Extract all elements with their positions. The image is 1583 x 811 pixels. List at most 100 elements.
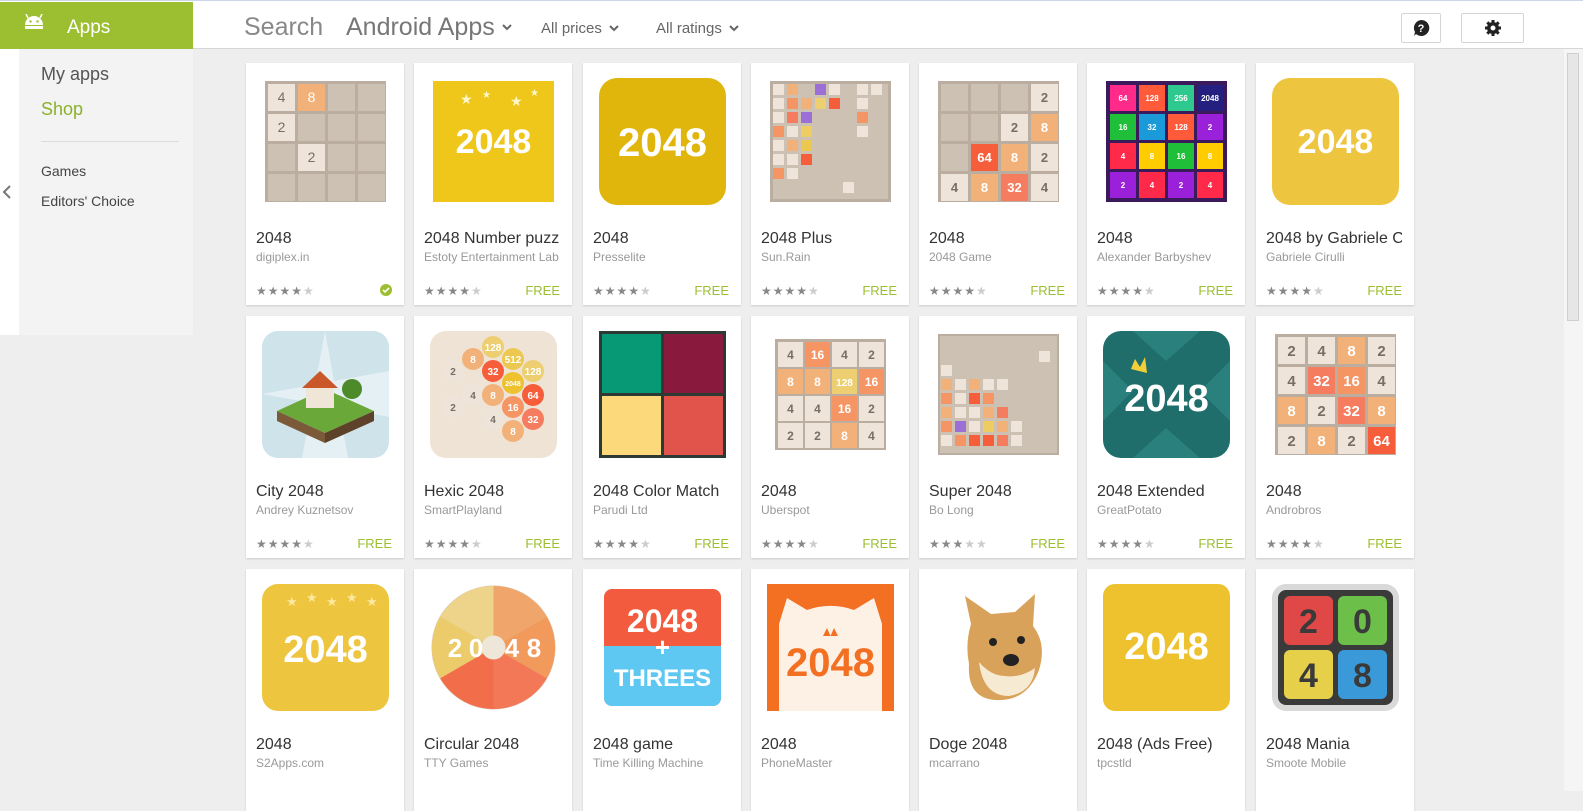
category-dropdown[interactable]: Android Apps [346, 13, 512, 42]
app-icon: 2 2 8 64 8 2 4 8 32 4 [938, 81, 1059, 202]
sidebar-divider [41, 141, 179, 142]
help-button[interactable]: ? [1401, 13, 1441, 43]
app-icon: 2048 [431, 585, 556, 710]
app-title: 2048 by Gabriele Cirulli [1266, 230, 1402, 247]
svg-text:4: 4 [787, 348, 794, 362]
svg-text:32: 32 [487, 367, 499, 378]
rating-stars: ★★★★★ [593, 537, 652, 551]
app-card[interactable]: 2048 Plus Sun.Rain ★★★★★ FREE [751, 63, 909, 305]
sidebar-item-my-apps[interactable]: My apps [41, 64, 109, 85]
chevron-left-icon[interactable] [2, 184, 12, 200]
app-card[interactable]: Doge 2048 mcarrano [919, 569, 1077, 811]
app-icon: 4 16 4 2 8 8 128 16 4 4 16 2 2 2 8 4 [775, 339, 886, 450]
search-link[interactable]: Search [244, 13, 323, 42]
app-icon: 2048 [767, 584, 894, 711]
app-card[interactable]: 2048 2048 Presselite ★★★★★ FREE [583, 63, 741, 305]
tile-label: 2 [278, 119, 286, 135]
svg-text:8: 8 [981, 180, 988, 195]
brand-label: Apps [67, 17, 111, 38]
svg-text:4: 4 [490, 415, 496, 426]
sidebar-item-games[interactable]: Games [41, 163, 86, 179]
svg-text:2048: 2048 [505, 381, 521, 388]
rating-stars: ★★★★★ [1266, 537, 1325, 551]
app-card[interactable]: ★ ★ ★ ★ 2048 2048 Number puzzle Estoty Ente… [414, 63, 572, 305]
app-developer: S2Apps.com [256, 756, 325, 770]
apps-brand[interactable]: Apps [0, 2, 193, 50]
price-label: FREE [525, 283, 560, 298]
svg-text:4: 4 [1121, 152, 1126, 161]
app-icon: 20 48 [1272, 584, 1399, 711]
sidebar-item-editors-choice[interactable]: Editors' Choice [41, 193, 135, 209]
app-icon [770, 81, 891, 202]
svg-text:4: 4 [1208, 181, 1213, 190]
app-card[interactable]: 2048 2048 Extended GreatPotato ★★★★★ FRE… [1087, 316, 1245, 558]
tile-label: 4 [278, 89, 286, 105]
svg-text:2: 2 [1287, 343, 1295, 360]
app-card[interactable]: 2048 Color Match Parudi Ltd ★★★★★ FREE [583, 316, 741, 558]
svg-text:★: ★ [326, 594, 338, 609]
app-card[interactable]: 2048 2048 (Ads Free) tpcstld [1087, 569, 1245, 811]
scrollbar-thumb[interactable] [1567, 53, 1579, 321]
sidebar-item-shop[interactable]: Shop [41, 99, 83, 120]
tile-label: 8 [308, 89, 316, 105]
app-card[interactable]: 4 8 2 2 2048 digiplex.in ★★★★★ [246, 63, 404, 305]
app-card[interactable]: 2 2 8 64 8 2 4 8 32 4 2048 2048 Game ★★★… [919, 63, 1077, 305]
app-card[interactable]: 128 8 512 2 32 128 2048 4 8 64 2 16 4 8 … [414, 316, 572, 558]
app-developer: GreatPotato [1097, 503, 1162, 517]
top-bar: Apps Search Android Apps All prices All … [0, 0, 1583, 50]
price-label: FREE [1367, 283, 1402, 298]
svg-text:0: 0 [469, 633, 483, 663]
svg-text:2: 2 [1377, 343, 1385, 360]
price-label: FREE [1198, 536, 1233, 551]
svg-text:4: 4 [1377, 373, 1386, 390]
help-icon: ? [1413, 19, 1430, 36]
app-icon: 2048 [1103, 331, 1230, 458]
app-developer: Bo Long [929, 503, 974, 517]
price-filter-dropdown[interactable]: All prices [541, 20, 619, 37]
app-title: Hexic 2048 [424, 483, 505, 500]
app-icon [965, 594, 1042, 701]
svg-text:64: 64 [527, 391, 539, 402]
svg-text:★: ★ [286, 594, 298, 609]
android-icon [25, 14, 43, 29]
app-developer: Time Killing Machine [593, 756, 704, 770]
svg-text:2: 2 [1041, 90, 1048, 105]
svg-text:THREES: THREES [614, 665, 711, 692]
rating-stars: ★★★★★ [256, 284, 315, 298]
price-label: FREE [862, 283, 897, 298]
app-card[interactable]: 2 4 8 2 4 32 16 4 8 2 32 8 2 8 2 64 2048 Androbros ★… [1256, 316, 1414, 558]
app-card[interactable]: 2048 2048 by Gabriele Cirulli Gabriele C… [1256, 63, 1414, 305]
app-developer: Gabriele Cirulli [1266, 250, 1345, 264]
svg-text:8: 8 [1150, 152, 1155, 161]
app-card[interactable]: 2048 2048 PhoneMaster [751, 569, 909, 811]
app-title: 2048 [761, 483, 797, 500]
svg-text:★: ★ [306, 590, 318, 605]
svg-text:8: 8 [1347, 343, 1355, 360]
rating-filter-dropdown[interactable]: All ratings [656, 20, 739, 37]
app-developer: Androbros [1266, 503, 1322, 517]
app-card[interactable]: Super 2048 Bo Long ★★★★★ FREE [919, 316, 1077, 558]
icon-label: 2048 [1124, 626, 1209, 668]
app-card[interactable]: 2048 + THREES 2048 game Time Killing Mac… [583, 569, 741, 811]
scrollbar[interactable] [1564, 49, 1583, 791]
settings-button[interactable] [1461, 13, 1524, 43]
svg-text:★: ★ [460, 91, 473, 107]
app-title: 2048 (Ads Free) [1097, 736, 1213, 753]
svg-text:4: 4 [1150, 181, 1155, 190]
app-card[interactable]: 4 16 4 2 8 8 128 16 4 4 16 2 2 2 8 4 2048 Uberspot ★… [751, 316, 909, 558]
svg-text:4: 4 [1287, 373, 1296, 390]
svg-text:16: 16 [1119, 123, 1128, 132]
app-card[interactable]: 20 48 2048 Mania Smoote Mobile [1256, 569, 1414, 811]
svg-text:8: 8 [1208, 152, 1213, 161]
chevron-down-icon [502, 24, 512, 31]
app-icon: 2048 [1103, 584, 1230, 711]
app-card[interactable]: 2048 Circular 2048 TTY Games [414, 569, 572, 811]
svg-text:2: 2 [1121, 181, 1126, 190]
app-card[interactable]: ★ ★ ★ ★ ★ 2048 2048 S2Apps.com [246, 569, 404, 811]
app-card[interactable]: City 2048 Andrey Kuznetsov ★★★★★ FREE [246, 316, 404, 558]
price-label: FREE [1198, 283, 1233, 298]
app-title: Doge 2048 [929, 736, 1008, 753]
svg-text:8: 8 [1287, 403, 1295, 420]
app-card[interactable]: 64 128 256 2048 16 32 128 2 4 8 16 8 2 4 2 4 2048 Al… [1087, 63, 1245, 305]
app-title: 2048 [593, 230, 629, 247]
